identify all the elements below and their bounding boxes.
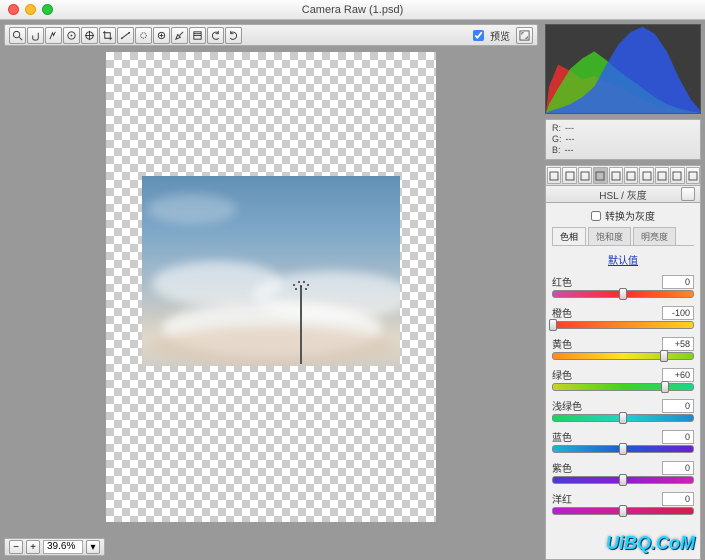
slider-track-oranges[interactable]: [552, 321, 694, 329]
convert-grayscale-label: 转换为灰度: [605, 208, 655, 223]
slider-label-magentas: 洋红: [552, 491, 572, 506]
zoom-out-button[interactable]: −: [9, 540, 23, 554]
zoom-in-button[interactable]: +: [26, 540, 40, 554]
slider-thumb-purples[interactable]: [619, 474, 627, 486]
slider-label-purples: 紫色: [552, 460, 572, 475]
slider-track-blues[interactable]: [552, 445, 694, 453]
slider-label-oranges: 橙色: [552, 305, 572, 320]
titlebar: Camera Raw (1.psd): [0, 0, 705, 20]
right-panel: R:--- G:--- B:--- HSL / 灰度 转换为灰度 色相 饱和度 …: [542, 20, 705, 560]
window-title: Camera Raw (1.psd): [0, 4, 705, 16]
sub-tab-luminance[interactable]: 明亮度: [633, 227, 676, 245]
slider-label-reds: 红色: [552, 274, 572, 289]
slider-thumb-aquas[interactable]: [619, 412, 627, 424]
slider-row-yellows: 黄色 +58: [552, 336, 694, 360]
zoom-level[interactable]: 39.6%: [43, 540, 83, 554]
zoom-menu-button[interactable]: ▾: [86, 540, 100, 554]
spot-removal-tool[interactable]: [135, 27, 152, 44]
readout-r: ---: [565, 123, 574, 134]
slider-value-magentas[interactable]: 0: [662, 492, 694, 506]
panel-tab-lens[interactable]: [624, 167, 638, 184]
red-eye-tool[interactable]: [153, 27, 170, 44]
panel-tab-fx[interactable]: [639, 167, 653, 184]
toolbar: 预览: [4, 24, 538, 46]
panel-tab-split-tone[interactable]: [609, 167, 623, 184]
slider-row-greens: 绿色 +60: [552, 367, 694, 391]
sub-tab-saturation[interactable]: 饱和度: [588, 227, 631, 245]
slider-value-aquas[interactable]: 0: [662, 399, 694, 413]
slider-thumb-greens[interactable]: [661, 381, 669, 393]
slider-value-yellows[interactable]: +58: [662, 337, 694, 351]
sub-tab-hue[interactable]: 色相: [552, 227, 586, 245]
fullscreen-toggle-button[interactable]: [516, 27, 533, 44]
readout-b: ---: [565, 145, 574, 156]
white-balance-tool[interactable]: [45, 27, 62, 44]
panel-tab-hsl[interactable]: [593, 167, 607, 184]
preview-label: 预览: [490, 28, 510, 43]
target-adjust-tool[interactable]: [81, 27, 98, 44]
slider-thumb-magentas[interactable]: [619, 505, 627, 517]
rgb-readout: R:--- G:--- B:---: [545, 119, 701, 160]
slider-track-yellows[interactable]: [552, 352, 694, 360]
convert-grayscale-checkbox[interactable]: [591, 211, 601, 221]
slider-thumb-oranges[interactable]: [549, 319, 557, 331]
document-canvas[interactable]: [106, 52, 436, 522]
rotate-ccw-tool[interactable]: [207, 27, 224, 44]
slider-row-oranges: 橙色 -100: [552, 305, 694, 329]
slider-track-reds[interactable]: [552, 290, 694, 298]
panel-title: HSL / 灰度: [545, 185, 701, 203]
panel-tab-presets[interactable]: [670, 167, 684, 184]
graduated-filter-tool[interactable]: [189, 27, 206, 44]
hand-tool[interactable]: [27, 27, 44, 44]
panel-tab-camera[interactable]: [655, 167, 669, 184]
readout-g: ---: [566, 134, 575, 145]
hsl-sub-tabs: 色相 饱和度 明亮度: [552, 227, 694, 246]
panel-tab-basic[interactable]: [547, 167, 561, 184]
slider-row-purples: 紫色 0: [552, 460, 694, 484]
slider-value-greens[interactable]: +60: [662, 368, 694, 382]
slider-label-yellows: 黄色: [552, 336, 572, 351]
slider-label-aquas: 浅绿色: [552, 398, 582, 413]
panel-tab-curves[interactable]: [562, 167, 576, 184]
adjustment-brush-tool[interactable]: [171, 27, 188, 44]
straighten-tool[interactable]: [117, 27, 134, 44]
crop-tool[interactable]: [99, 27, 116, 44]
slider-row-blues: 蓝色 0: [552, 429, 694, 453]
slider-label-blues: 蓝色: [552, 429, 572, 444]
slider-track-aquas[interactable]: [552, 414, 694, 422]
slider-row-aquas: 浅绿色 0: [552, 398, 694, 422]
slider-track-magentas[interactable]: [552, 507, 694, 515]
slider-track-purples[interactable]: [552, 476, 694, 484]
slider-label-greens: 绿色: [552, 367, 572, 382]
slider-thumb-blues[interactable]: [619, 443, 627, 455]
slider-value-purples[interactable]: 0: [662, 461, 694, 475]
preview-checkbox[interactable]: [473, 30, 484, 41]
slider-thumb-yellows[interactable]: [660, 350, 668, 362]
footer-bar: − + 39.6% ▾: [4, 538, 105, 556]
zoom-tool[interactable]: [9, 27, 26, 44]
slider-thumb-reds[interactable]: [619, 288, 627, 300]
panel-tab-snapshots[interactable]: [686, 167, 700, 184]
panel-tab-detail[interactable]: [578, 167, 592, 184]
slider-value-oranges[interactable]: -100: [662, 306, 694, 320]
color-sampler-tool[interactable]: [63, 27, 80, 44]
slider-track-greens[interactable]: [552, 383, 694, 391]
histogram[interactable]: [545, 24, 701, 114]
rotate-cw-tool[interactable]: [225, 27, 242, 44]
image-layer: [142, 176, 400, 366]
defaults-link[interactable]: 默认值: [552, 249, 694, 274]
panel-tabs: [545, 165, 701, 185]
watermark: UiBQ.CoM: [606, 533, 695, 554]
slider-value-reds[interactable]: 0: [662, 275, 694, 289]
slider-row-reds: 红色 0: [552, 274, 694, 298]
slider-row-magentas: 洋红 0: [552, 491, 694, 515]
slider-value-blues[interactable]: 0: [662, 430, 694, 444]
